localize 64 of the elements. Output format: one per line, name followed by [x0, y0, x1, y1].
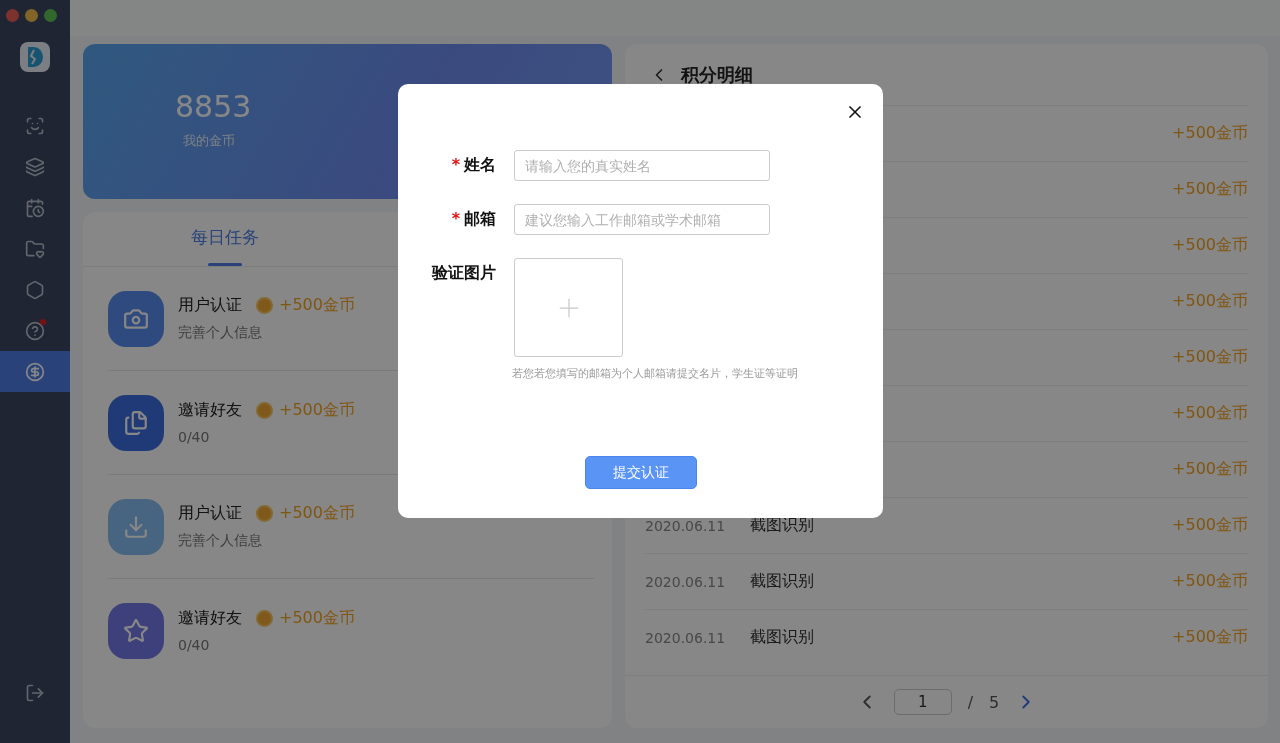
task-subtitle: 0/40: [178, 429, 211, 445]
field-label: 邮箱: [464, 208, 496, 230]
upload-hint: 若您若您填写的邮箱为个人邮箱请提交名片，学生证等证明: [512, 366, 798, 381]
required-marker: *: [451, 208, 460, 230]
panel-title: 积分明细: [681, 62, 753, 87]
row-amount: +500金币: [1172, 515, 1248, 536]
coin-icon: [256, 297, 273, 314]
input-field[interactable]: 建议您输入工作邮箱或学术邮箱: [514, 204, 770, 235]
task-reward: +500金币: [279, 400, 355, 421]
row-amount: +500金币: [1172, 347, 1248, 368]
layers-icon: [25, 156, 45, 177]
task-title: 用户认证: [178, 503, 242, 524]
star-icon: [108, 602, 164, 659]
row-date: 2020.06.11: [645, 573, 727, 590]
page-separator: /: [967, 692, 974, 712]
row-amount: +500金币: [1172, 235, 1248, 256]
row-date: 2020.06.11: [645, 517, 727, 534]
row-amount: +500金币: [1172, 571, 1248, 592]
field-label: 姓名: [464, 154, 496, 176]
task-reward: +500金币: [279, 608, 355, 629]
task-subtitle: 完善个人信息: [178, 324, 263, 342]
zoom-window-button[interactable]: [44, 9, 57, 22]
field-label: 验证图片: [430, 262, 497, 284]
minimize-window-button[interactable]: [25, 9, 38, 22]
task-title: 邀请好友: [178, 608, 242, 629]
help-icon: [25, 320, 45, 341]
tab[interactable]: 每日任务: [191, 212, 259, 266]
task-title: 邀请好友: [178, 400, 242, 421]
camera-icon: [108, 290, 164, 347]
download-icon: [108, 498, 164, 555]
calendar-icon: [25, 197, 45, 218]
close-window-button[interactable]: [6, 9, 19, 22]
task-subtitle: 完善个人信息: [178, 532, 263, 550]
row-amount: +500金币: [1172, 291, 1248, 312]
app-logo: [20, 42, 50, 72]
row-amount: +500金币: [1172, 123, 1248, 144]
documents-icon: [108, 394, 164, 451]
folder-icon: [25, 238, 45, 259]
required-marker: *: [451, 154, 460, 176]
row-amount: +500金币: [1172, 459, 1248, 480]
row-label: 截图识别: [750, 627, 814, 648]
coin-icon: [256, 402, 273, 419]
task-reward: +500金币: [279, 503, 355, 524]
row-amount: +500金币: [1172, 403, 1248, 424]
task-subtitle: 0/40: [178, 637, 211, 653]
page-input[interactable]: 1: [893, 689, 952, 715]
row-amount: +500金币: [1172, 179, 1248, 200]
face-scan-icon: [25, 115, 45, 136]
row-label: 截图识别: [750, 571, 814, 592]
coin-balance-label: 我的金币: [183, 132, 235, 150]
hexagon-icon: [25, 279, 45, 300]
row-date: 2020.06.11: [645, 629, 727, 646]
image-upload[interactable]: [514, 258, 623, 357]
submit-button[interactable]: 提交认证: [584, 456, 697, 489]
sidebar-item[interactable]: [0, 351, 70, 392]
task-reward: +500金币: [279, 295, 355, 316]
input-field[interactable]: 请输入您的真实姓名: [514, 150, 770, 181]
page-total: 5: [989, 692, 1000, 712]
row-amount: +500金币: [1172, 627, 1248, 648]
task-title: 用户认证: [178, 295, 242, 316]
coin-balance: 8853: [175, 89, 252, 124]
coin-icon: [256, 505, 273, 522]
coin-icon: [256, 610, 273, 627]
row-label: 截图识别: [750, 515, 814, 536]
